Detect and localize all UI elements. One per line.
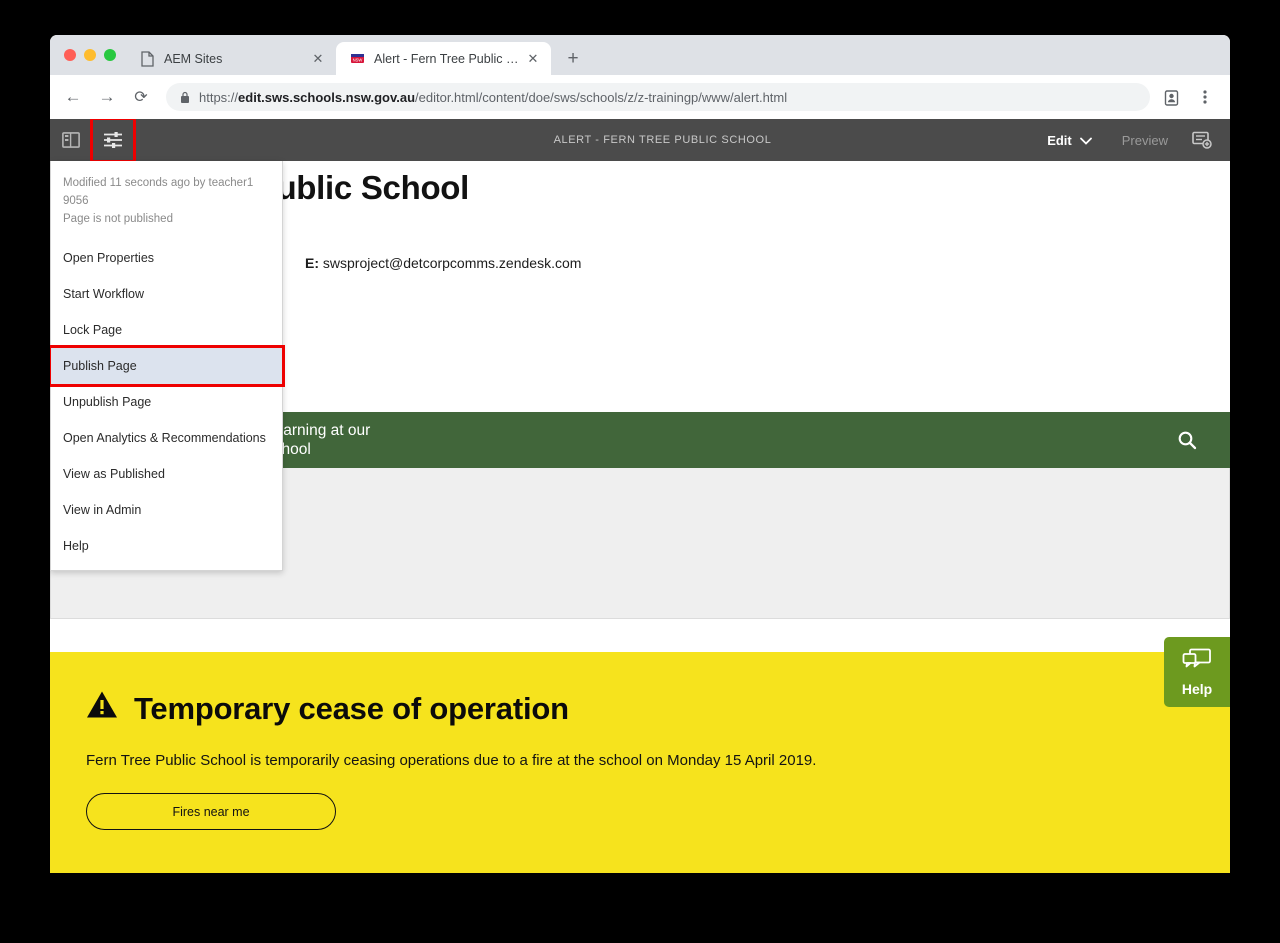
annotate-page-icon[interactable] [1184,131,1220,149]
nsw-logo-icon: NSW [349,51,365,67]
browser-tab-aem-sites[interactable]: AEM Sites ✕ [126,42,336,75]
minimize-window-button[interactable] [84,49,96,61]
alert-heading-text: Temporary cease of operation [134,690,569,726]
maximize-window-button[interactable] [104,49,116,61]
url-text: https://edit.sws.schools.nsw.gov.au/edit… [199,90,787,105]
url-path: /editor.html/content/doe/sws/schools/z/z… [415,89,788,105]
help-widget-label: Help [1181,680,1213,697]
window-traffic-lights [60,35,126,75]
menu-item-unpublish-page[interactable]: Unpublish Page [51,384,282,420]
search-icon[interactable] [1170,423,1204,457]
alert-component: Temporary cease of operation Fern Tree P… [50,652,1230,873]
url-host: edit.sws.schools.nsw.gov.au [238,89,416,105]
chevron-down-icon [1079,133,1092,148]
browser-tab-alert-fern-tree[interactable]: NSW Alert - Fern Tree Public School ✕ [336,42,551,75]
browser-tab-title: Alert - Fern Tree Public School [374,51,519,66]
alert-heading-row: Temporary cease of operation [86,690,1194,727]
svg-text:NSW: NSW [352,58,362,63]
menu-item-lock-page[interactable]: Lock Page [51,312,282,348]
menu-item-help[interactable]: Help [51,528,282,564]
menu-item-open-analytics-and-recommendations[interactable]: Open Analytics & Recommendations [51,420,282,456]
alert-body-text: Fern Tree Public School is temporarily c… [86,752,817,769]
menu-item-open-properties[interactable]: Open Properties [51,240,282,276]
back-icon[interactable]: ← [58,82,88,112]
email-label: E: [305,255,319,272]
reload-icon[interactable]: ⟳ [126,82,156,112]
browser-tab-strip: AEM Sites ✕ NSW Alert - Fern Tree Public… [50,35,1230,75]
aem-toolbar-right-group: Edit Preview [1033,131,1230,149]
profile-badge-icon[interactable] [1158,84,1184,110]
menu-item-view-in-admin[interactable]: View in Admin [51,492,282,528]
lock-icon [180,91,190,104]
three-dot-menu-icon[interactable] [1192,84,1218,110]
help-widget-button[interactable]: Help [1164,637,1230,707]
page-modified-status: Modified 11 seconds ago by teacher1 9056 [63,177,254,207]
document-icon [139,50,155,67]
browser-tab-title: AEM Sites [164,51,223,66]
close-icon[interactable]: ✕ [525,51,541,67]
url-scheme: https:// [199,89,239,105]
edit-mode-label: Edit [1047,132,1072,148]
close-icon[interactable]: ✕ [310,51,326,67]
page-publish-status: Page is not published [63,212,173,225]
warning-triangle-icon [86,690,118,727]
url-bar[interactable]: https://edit.sws.schools.nsw.gov.au/edit… [166,83,1150,111]
browser-window: AEM Sites ✕ NSW Alert - Fern Tree Public… [50,35,1230,873]
school-email: E: swsproject@detcorpcomms.zendesk.com [305,255,581,271]
menu-item-view-as-published[interactable]: View as Published [51,456,282,492]
side-rail-toggle-icon[interactable] [50,119,92,161]
new-tab-button[interactable]: + [559,44,587,72]
page-status-text: Modified 11 seconds ago by teacher1 9056… [51,161,282,240]
email-address[interactable]: swsproject@detcorpcomms.zendesk.com [323,255,582,271]
chat-bubbles-icon [1182,648,1212,677]
browser-omnibox-row: ← → ⟳ https://edit.sws.schools.nsw.gov.a… [50,75,1230,119]
aem-page-actions-menu: Modified 11 seconds ago by teacher1 9056… [50,161,285,572]
menu-item-publish-page[interactable]: Publish Page [50,345,285,388]
forward-icon[interactable]: → [92,82,122,112]
page-information-sliders-icon[interactable] [90,119,136,163]
preview-button[interactable]: Preview [1106,133,1184,148]
page-viewport: MAKE A PAYMENT | ENROLMENT | NEWS | NEWS… [50,119,1230,873]
close-window-button[interactable] [64,49,76,61]
nav-item-learning-at-our-school[interactable]: Learning at our school [266,421,444,460]
fires-near-me-button[interactable]: Fires near me [86,793,336,830]
edit-mode-selector[interactable]: Edit [1033,133,1106,148]
menu-item-start-workflow[interactable]: Start Workflow [51,276,282,312]
aem-editor-toolbar: ALERT - FERN TREE PUBLIC SCHOOL Edit Pre… [50,119,1230,163]
